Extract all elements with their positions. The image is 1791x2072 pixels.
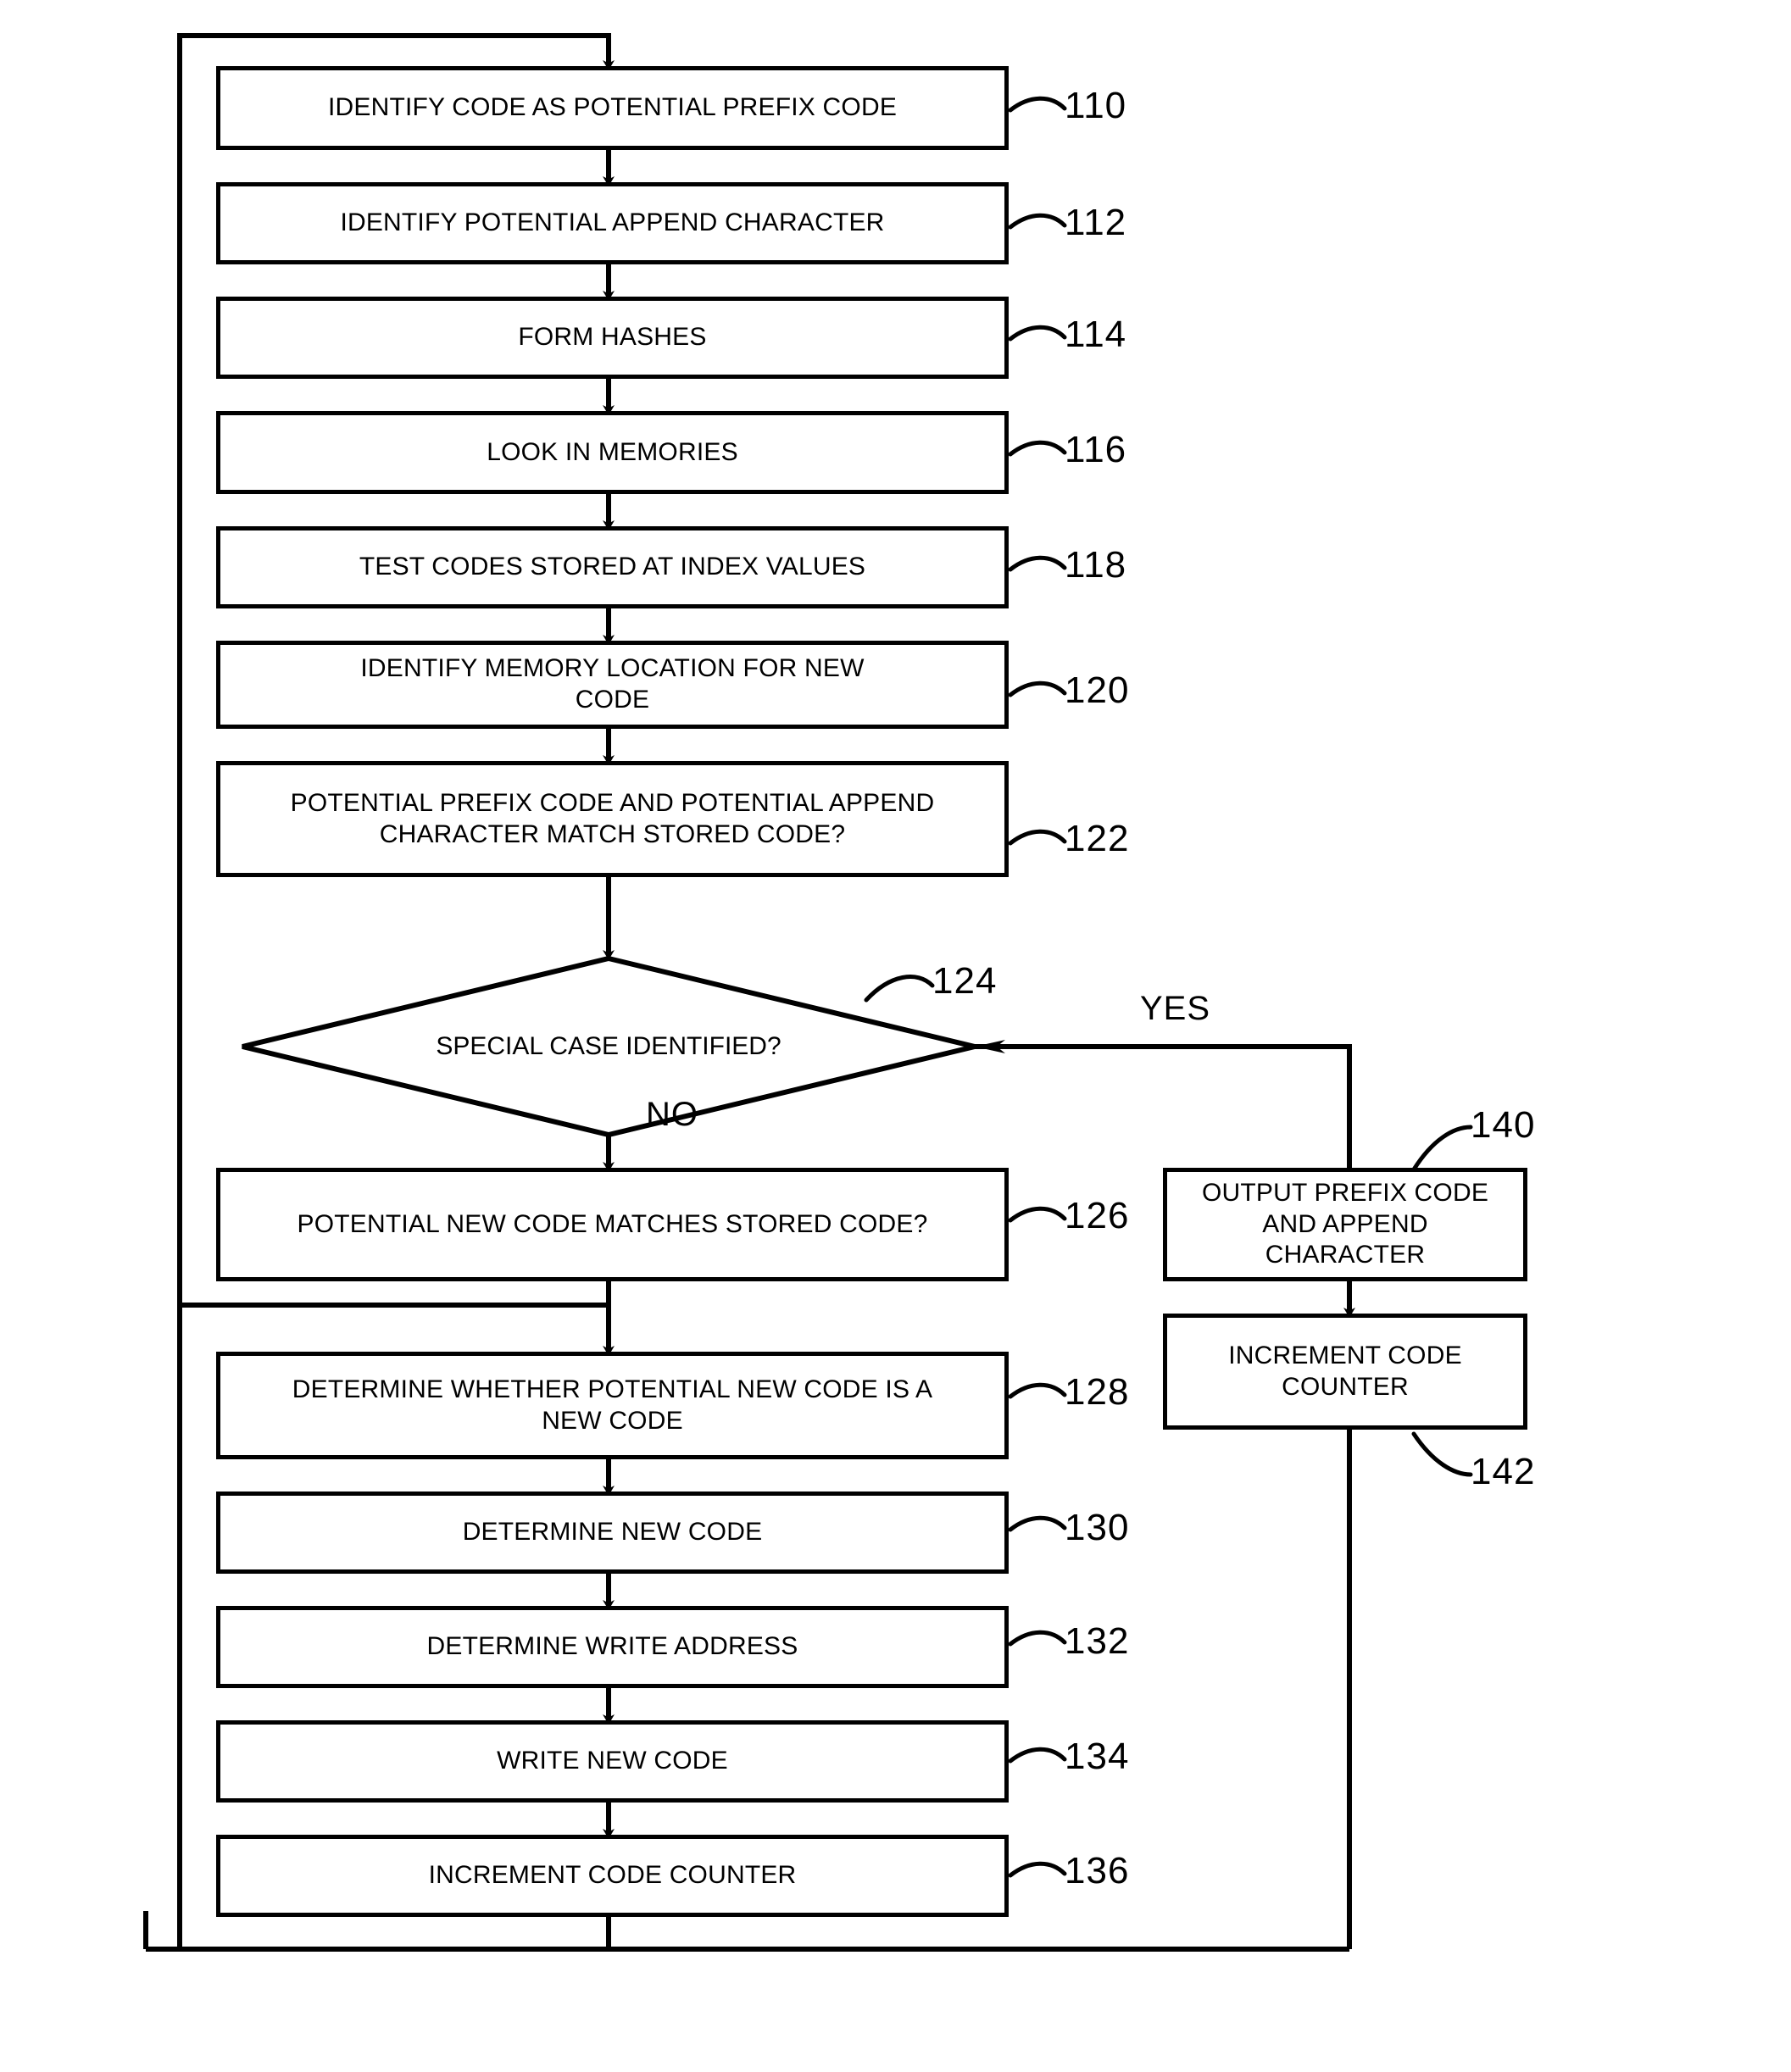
branch-label-yes: YES [1140,990,1211,1027]
process-node-110-label: IDENTIFY CODE AS POTENTIAL PREFIX CODE [327,93,898,122]
ref-number-114: 114 [1065,314,1127,355]
process-node-122-label: POTENTIAL PREFIX CODE AND POTENTIAL APPE… [290,788,935,848]
decision-node-124-label: SPECIAL CASE IDENTIFIED? [436,1032,781,1060]
process-node-114[interactable]: FORM HASHES [216,297,1009,379]
process-node-122[interactable]: POTENTIAL PREFIX CODE AND POTENTIAL APPE… [216,761,1009,877]
ref-number-122: 122 [1065,818,1130,859]
process-node-112-label: IDENTIFY POTENTIAL APPEND CHARACTER [340,208,885,237]
process-node-126-label: POTENTIAL NEW CODE MATCHES STORED CODE? [297,1209,928,1238]
ref-number-132: 132 [1065,1620,1130,1662]
process-node-142-label: INCREMENT CODE COUNTER [1228,1341,1462,1401]
process-node-118[interactable]: TEST CODES STORED AT INDEX VALUES [216,526,1009,608]
process-node-142[interactable]: INCREMENT CODE COUNTER [1163,1314,1527,1430]
ref-number-128: 128 [1065,1371,1130,1413]
process-node-116-label: LOOK IN MEMORIES [487,437,738,466]
process-node-114-label: FORM HASHES [518,323,707,352]
process-node-126[interactable]: POTENTIAL NEW CODE MATCHES STORED CODE? [216,1168,1009,1281]
process-node-128[interactable]: DETERMINE WHETHER POTENTIAL NEW CODE IS … [216,1352,1009,1459]
decision-node-124[interactable]: SPECIAL CASE IDENTIFIED? [242,958,975,1135]
process-node-110[interactable]: IDENTIFY CODE AS POTENTIAL PREFIX CODE [216,66,1009,150]
ref-number-118: 118 [1065,544,1127,586]
ref-number-126: 126 [1065,1195,1130,1236]
process-node-130-label: DETERMINE NEW CODE [462,1518,763,1547]
ref-number-124: 124 [932,960,998,1002]
process-node-120-label: IDENTIFY MEMORY LOCATION FOR NEW CODE [360,654,865,714]
process-node-136[interactable]: INCREMENT CODE COUNTER [216,1835,1009,1917]
process-node-118-label: TEST CODES STORED AT INDEX VALUES [359,553,866,581]
process-node-120[interactable]: IDENTIFY MEMORY LOCATION FOR NEW CODE [216,641,1009,729]
flowchart-canvas: IDENTIFY CODE AS POTENTIAL PREFIX CODE 1… [0,0,1791,2072]
ref-number-116: 116 [1065,429,1127,470]
process-node-140-label: OUTPUT PREFIX CODE AND APPEND CHARACTER [1201,1179,1489,1269]
ref-number-140: 140 [1471,1104,1536,1146]
ref-number-120: 120 [1065,669,1130,711]
ref-number-110: 110 [1065,85,1127,126]
ref-number-112: 112 [1065,202,1127,243]
process-node-130[interactable]: DETERMINE NEW CODE [216,1492,1009,1574]
process-node-134-label: WRITE NEW CODE [497,1747,728,1775]
ref-number-130: 130 [1065,1507,1130,1548]
process-node-134[interactable]: WRITE NEW CODE [216,1720,1009,1803]
branch-label-no: NO [646,1096,698,1133]
process-node-116[interactable]: LOOK IN MEMORIES [216,411,1009,494]
ref-number-136: 136 [1065,1850,1130,1891]
process-node-132-label: DETERMINE WRITE ADDRESS [426,1632,798,1661]
ref-number-142: 142 [1471,1451,1536,1492]
process-node-128-label: DETERMINE WHETHER POTENTIAL NEW CODE IS … [292,1375,933,1435]
process-node-136-label: INCREMENT CODE COUNTER [428,1861,797,1890]
process-node-112[interactable]: IDENTIFY POTENTIAL APPEND CHARACTER [216,182,1009,264]
process-node-140[interactable]: OUTPUT PREFIX CODE AND APPEND CHARACTER [1163,1168,1527,1281]
process-node-132[interactable]: DETERMINE WRITE ADDRESS [216,1606,1009,1688]
ref-number-134: 134 [1065,1736,1130,1777]
